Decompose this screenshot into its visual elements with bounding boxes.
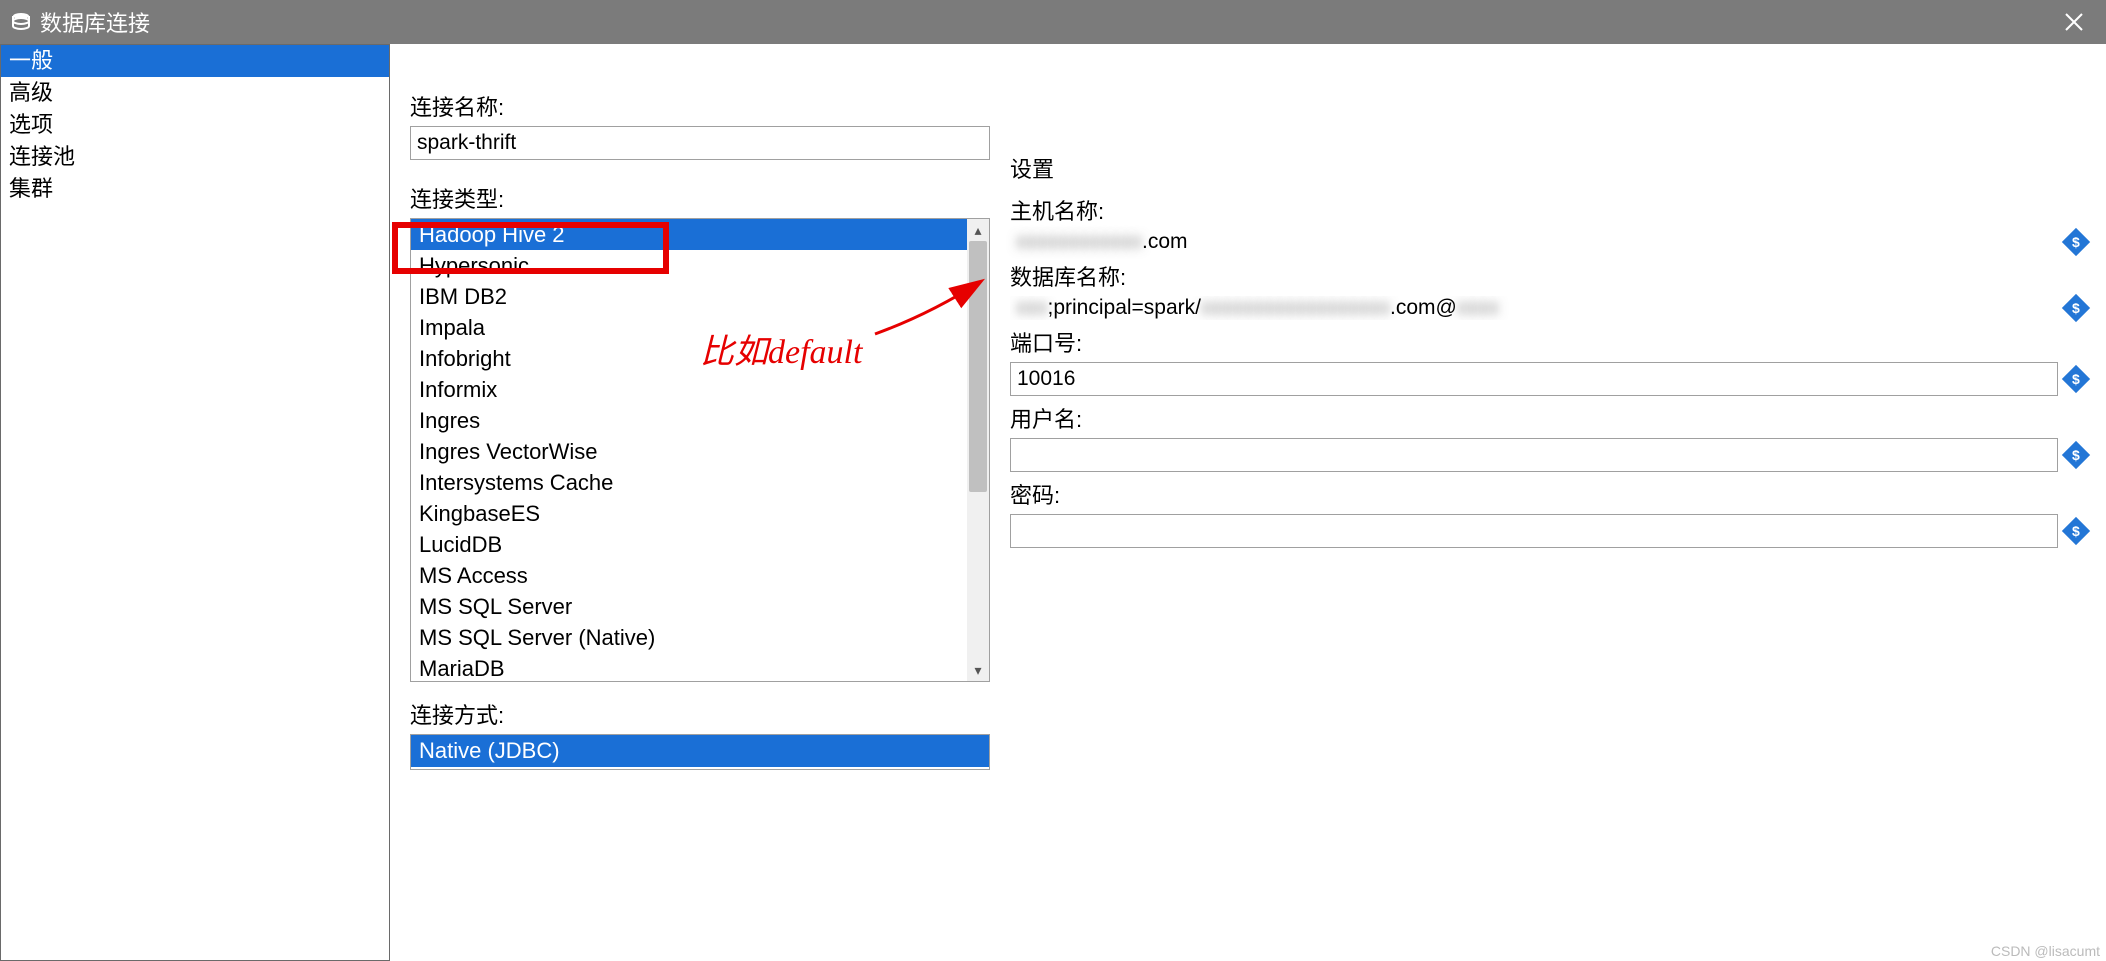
app-icon xyxy=(10,11,32,33)
conn-type-item[interactable]: LucidDB xyxy=(411,529,967,560)
sidebar-item[interactable]: 一般 xyxy=(1,45,389,77)
sidebar-item[interactable]: 高级 xyxy=(1,77,389,109)
conn-method-listbox[interactable]: Native (JDBC) xyxy=(410,734,990,770)
sidebar-item[interactable]: 选项 xyxy=(1,109,389,141)
conn-type-item[interactable]: Intersystems Cache xyxy=(411,467,967,498)
settings-title: 设置 xyxy=(1010,152,2086,184)
scroll-thumb[interactable] xyxy=(969,241,987,492)
conn-type-item[interactable]: MS SQL Server (Native) xyxy=(411,622,967,653)
conn-type-item[interactable]: Informix xyxy=(411,374,967,405)
conn-type-item[interactable]: MariaDB xyxy=(411,653,967,681)
conn-method-item[interactable]: Native (JDBC) xyxy=(411,735,989,767)
host-input[interactable]: xxxxxxxxxxxx .com xyxy=(1010,230,2058,254)
close-button[interactable] xyxy=(2052,0,2096,44)
sidebar-item[interactable]: 集群 xyxy=(1,173,389,205)
sidebar-item[interactable]: 连接池 xyxy=(1,141,389,173)
variable-icon[interactable]: $ xyxy=(2062,517,2090,545)
conn-type-item[interactable]: Hadoop Hive 2 xyxy=(411,219,967,250)
scroll-up-icon[interactable]: ▴ xyxy=(967,219,989,241)
conn-type-listbox[interactable]: Hadoop Hive 2HypersonicIBM DB2ImpalaInfo… xyxy=(410,218,990,682)
close-icon xyxy=(2064,12,2084,32)
conn-type-item[interactable]: MS Access xyxy=(411,560,967,591)
sidebar: 一般高级选项连接池集群 xyxy=(0,44,390,961)
user-input[interactable] xyxy=(1010,438,2058,472)
conn-type-item[interactable]: Hypersonic xyxy=(411,250,967,281)
conn-type-item[interactable]: Infobright xyxy=(411,343,967,374)
conn-type-item[interactable]: Ingres VectorWise xyxy=(411,436,967,467)
conn-name-input[interactable] xyxy=(410,126,990,160)
watermark: CSDN @lisacumt xyxy=(1991,943,2100,959)
scrollbar[interactable]: ▴ ▾ xyxy=(967,219,989,681)
conn-type-item[interactable]: Impala xyxy=(411,312,967,343)
conn-type-item[interactable]: KingbaseES xyxy=(411,498,967,529)
variable-icon[interactable]: $ xyxy=(2062,228,2090,256)
user-label: 用户名: xyxy=(1010,402,2086,434)
scroll-down-icon[interactable]: ▾ xyxy=(967,659,989,681)
conn-method-label: 连接方式: xyxy=(410,698,990,730)
host-label: 主机名称: xyxy=(1010,194,2086,226)
port-label: 端口号: xyxy=(1010,326,2086,358)
conn-type-item[interactable]: IBM DB2 xyxy=(411,281,967,312)
pass-label: 密码: xyxy=(1010,478,2086,510)
db-input[interactable]: xxx ;principal=spark/ xxxxxxxxxxxxxxxxxx… xyxy=(1010,296,2058,320)
variable-icon[interactable]: $ xyxy=(2062,365,2090,393)
window-title: 数据库连接 xyxy=(40,6,150,38)
variable-icon[interactable]: $ xyxy=(2062,441,2090,469)
conn-type-item[interactable]: MS SQL Server xyxy=(411,591,967,622)
variable-icon[interactable]: $ xyxy=(2062,294,2090,322)
conn-type-item[interactable]: Ingres xyxy=(411,405,967,436)
conn-name-label: 连接名称: xyxy=(410,90,990,122)
db-label: 数据库名称: xyxy=(1010,260,2086,292)
titlebar: 数据库连接 xyxy=(0,0,2106,44)
pass-input[interactable] xyxy=(1010,514,2058,548)
port-input[interactable] xyxy=(1010,362,2058,396)
conn-type-label: 连接类型: xyxy=(410,182,990,214)
